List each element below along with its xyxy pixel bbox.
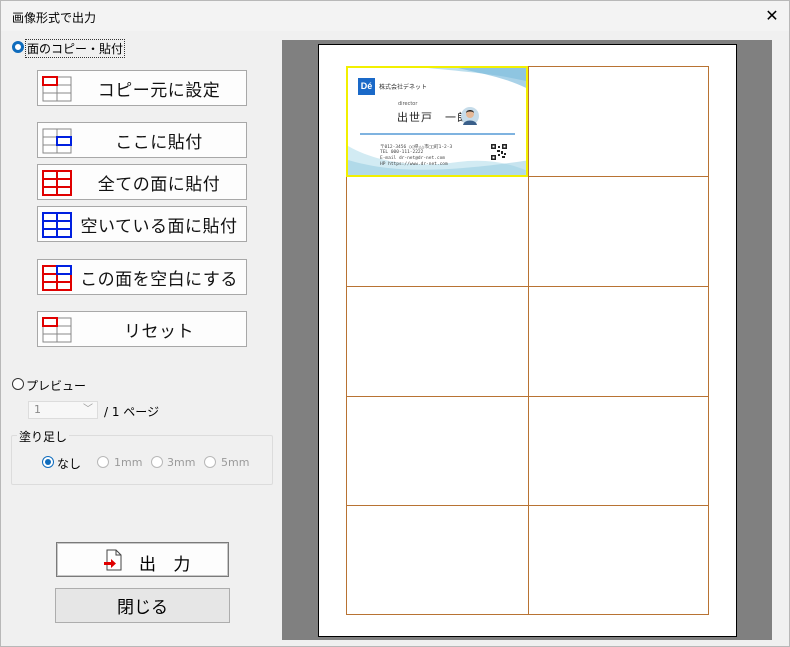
close-window-button[interactable]: ✕ [761, 5, 783, 27]
grid-paste-all-icon [42, 170, 72, 196]
grid-paste-here-icon [42, 128, 72, 154]
card-hp: HP https://www.dr-net.com [380, 162, 448, 167]
grid-paste-empty-icon [42, 212, 72, 238]
dialog-window: 画像形式で出力 ✕ 面のコピー・貼付 コピー元に設定 ここに貼付 全ての面に貼付… [0, 0, 790, 647]
export-file-icon [104, 549, 122, 571]
set-copy-source-label: コピー元に設定 [97, 80, 221, 101]
close-dialog-button[interactable]: 閉じる [55, 588, 230, 623]
grid-divider-vertical [528, 67, 529, 615]
grid-divider-row-2 [347, 286, 709, 287]
bleed-group-title: 塗り足し [17, 428, 70, 445]
grid-divider-row-3 [347, 396, 709, 397]
avatar [461, 107, 479, 125]
paste-here-label: ここに貼付 [115, 132, 203, 153]
preview-area: Dé 株式会社デネット director 出世戸 一郎 〒012-3456 ○○… [282, 40, 772, 640]
clear-face-button[interactable]: この面を空白にする [37, 259, 247, 295]
bleed-5mm-radio[interactable] [204, 456, 216, 468]
output-button[interactable]: 出 力 [56, 542, 229, 577]
page-count-label: / 1 ページ [104, 405, 160, 419]
chevron-down-icon: ﹀ [83, 404, 93, 415]
company-logo: Dé [358, 78, 375, 95]
paste-empty-button[interactable]: 空いている面に貼付 [37, 206, 247, 242]
bleed-1mm-radio[interactable] [97, 456, 109, 468]
grid-divider-row-4 [347, 505, 709, 506]
mode-face-copy-label[interactable]: 面のコピー・貼付 [24, 39, 126, 58]
page-select[interactable]: 1 ﹀ [28, 401, 98, 419]
person-icon [463, 110, 477, 125]
card-tel: TEL 000-111-2222 [380, 150, 424, 155]
bleed-5mm-label[interactable]: 5mm [221, 456, 249, 469]
grid-copy-source-icon [42, 76, 72, 102]
grid-clear-face-icon [42, 265, 72, 291]
paste-all-button[interactable]: 全ての面に貼付 [37, 164, 247, 200]
set-copy-source-button[interactable]: コピー元に設定 [37, 70, 247, 106]
reset-label: リセット [124, 321, 194, 342]
bleed-1mm-label[interactable]: 1mm [114, 456, 142, 469]
grid-reset-icon [42, 317, 72, 343]
output-label: 出 力 [139, 555, 197, 575]
paste-all-label: 全ての面に貼付 [97, 174, 221, 195]
bleed-3mm-radio[interactable] [151, 456, 163, 468]
bleed-none-radio[interactable] [42, 456, 54, 468]
business-card-selected[interactable]: Dé 株式会社デネット director 出世戸 一郎 〒012-3456 ○○… [346, 66, 528, 177]
card-divider-line [360, 133, 515, 135]
card-company: 株式会社デネット [379, 84, 428, 91]
title-bar: 画像形式で出力 ✕ [1, 1, 789, 31]
mode-preview-label[interactable]: プレビュー [26, 377, 86, 394]
mode-face-copy-radio[interactable] [12, 41, 24, 53]
clear-face-label: この面を空白にする [80, 269, 238, 290]
card-name: 出世戸 一郎 [397, 111, 469, 124]
window-title: 画像形式で出力 [12, 11, 97, 25]
paper-page: Dé 株式会社デネット director 出世戸 一郎 〒012-3456 ○○… [318, 44, 737, 637]
card-email: E-mail dr-net@dr-net.com [380, 156, 446, 161]
reset-button[interactable]: リセット [37, 311, 247, 347]
qr-code-icon [491, 144, 507, 160]
page-select-value: 1 [34, 403, 41, 416]
paste-here-button[interactable]: ここに貼付 [37, 122, 247, 158]
mode-preview-radio[interactable] [12, 378, 24, 390]
bleed-3mm-label[interactable]: 3mm [167, 456, 195, 469]
paste-empty-label: 空いている面に貼付 [80, 216, 238, 237]
card-role: director [398, 101, 418, 107]
bleed-none-label[interactable]: なし [57, 455, 81, 472]
